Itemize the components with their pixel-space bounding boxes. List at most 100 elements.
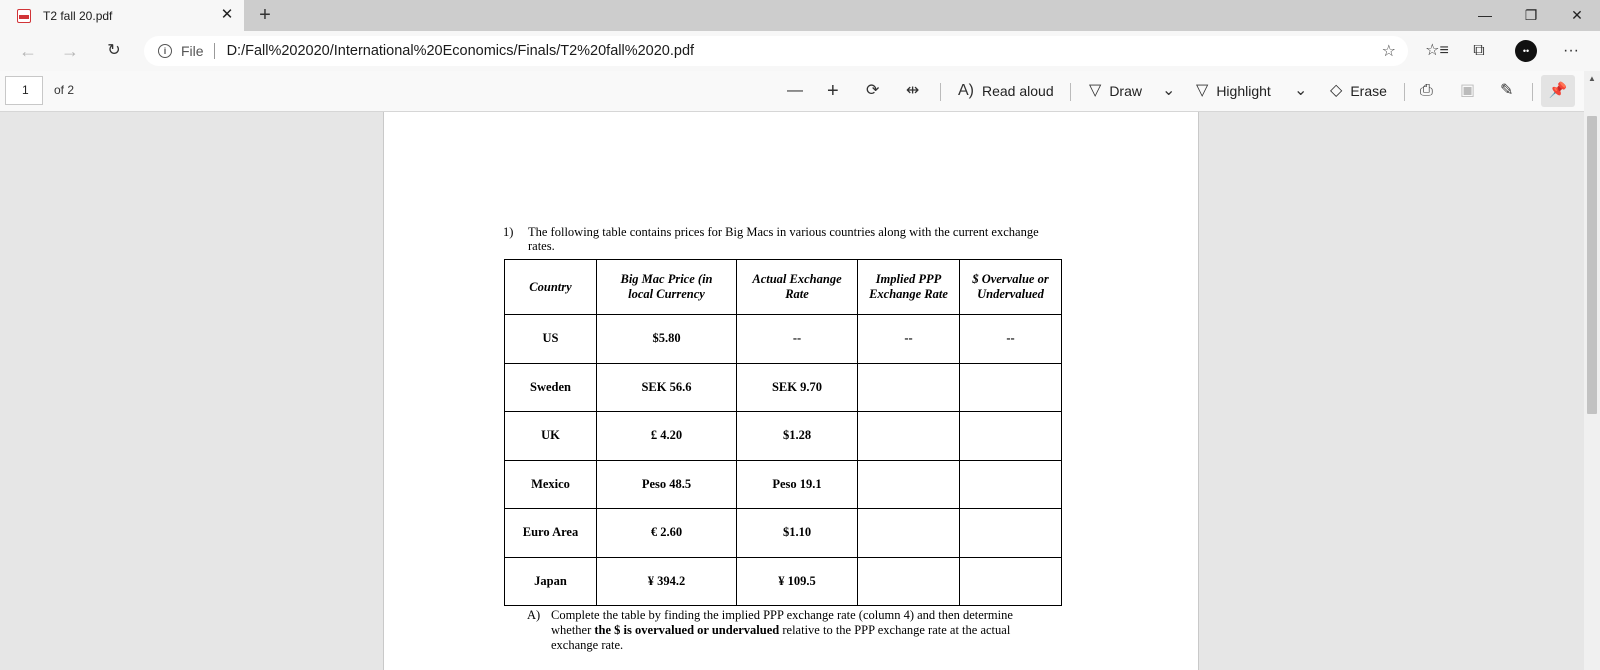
zoom-out-button[interactable]: — <box>787 79 803 103</box>
vertical-scrollbar[interactable]: ▲ <box>1584 71 1600 670</box>
rotate-icon: ⟳ <box>866 82 880 99</box>
cell-over <box>959 362 1062 412</box>
header-over-under: $ Overvalue or Undervalued <box>959 259 1062 315</box>
cell-implied <box>857 362 960 412</box>
cell-price: Peso 48.5 <box>596 459 737 509</box>
part-a-text-bold: the $ is overvalued or undervalued <box>594 623 780 637</box>
favorites-icon[interactable]: ☆≡ <box>1424 39 1450 63</box>
chevron-down-icon: ⌄ <box>1294 82 1308 99</box>
header-price-line2: local Currency <box>628 287 705 301</box>
big-mac-table: Country Big Mac Price (in local Currency … <box>504 259 1062 606</box>
favorite-star-icon[interactable]: ☆ <box>1382 41 1396 61</box>
header-price-line1: Big Mac Price (in <box>620 272 713 286</box>
tab-pdf[interactable]: T2 fall 20.pdf ✕ <box>0 0 244 31</box>
cell-actual: SEK 9.70 <box>736 362 858 412</box>
forward-arrow-icon[interactable]: → <box>56 38 84 64</box>
toolbar-separator <box>1532 83 1533 101</box>
profile-avatar[interactable]: •• <box>1515 40 1537 62</box>
refresh-icon[interactable]: ↻ <box>100 38 128 64</box>
header-actual-line2: Rate <box>785 287 809 301</box>
cell-country: Mexico <box>504 459 597 509</box>
header-actual-rate: Actual Exchange Rate <box>736 259 858 315</box>
tab-close-icon[interactable]: ✕ <box>218 6 236 24</box>
draw-options-dropdown[interactable]: ⌄ <box>1162 79 1175 103</box>
save-button[interactable]: ▣ <box>1460 79 1475 103</box>
table-row: US $5.80 -- -- -- <box>504 314 1062 364</box>
table-row: UK £ 4.20 $1.28 <box>504 411 1062 461</box>
header-price: Big Mac Price (in local Currency <box>596 259 737 315</box>
question-number: 1) <box>503 225 514 239</box>
chevron-down-icon: ⌄ <box>1162 82 1176 99</box>
cell-over <box>959 556 1062 606</box>
file-label: File <box>181 43 204 59</box>
read-aloud-label: Read aloud <box>982 83 1054 99</box>
cell-country: Japan <box>504 556 597 606</box>
rotate-button[interactable]: ⟳ <box>866 79 879 103</box>
eraser-icon: ◇ <box>1330 82 1343 99</box>
url-text[interactable]: D:/Fall%202020/International%20Economics… <box>227 43 695 59</box>
read-aloud-button[interactable]: A) Read aloud <box>958 79 1054 103</box>
collections-icon[interactable]: ⧉ <box>1466 39 1492 63</box>
header-implied-line2: Exchange Rate <box>869 287 948 301</box>
pin-toolbar-button[interactable]: 📌 <box>1541 75 1575 107</box>
scroll-thumb[interactable] <box>1587 116 1597 414</box>
restore-button[interactable]: ❐ <box>1508 0 1554 31</box>
cell-country: US <box>504 314 597 364</box>
table-row: Sweden SEK 56.6 SEK 9.70 <box>504 362 1062 412</box>
cell-price: € 2.60 <box>596 508 737 558</box>
fit-width-icon: ⇹ <box>906 82 920 99</box>
cell-over <box>959 508 1062 558</box>
toolbar-separator <box>1070 83 1071 101</box>
pin-icon: 📌 <box>1548 82 1568 99</box>
header-country: Country <box>504 259 597 315</box>
toolbar-separator <box>1404 83 1405 101</box>
cell-implied: -- <box>857 314 960 364</box>
cell-actual: $1.10 <box>736 508 858 558</box>
pdf-viewer[interactable]: 1) The following table contains prices f… <box>0 112 1584 670</box>
info-icon[interactable]: i <box>158 44 172 58</box>
cell-implied <box>857 411 960 461</box>
fit-to-page-button[interactable]: ⇹ <box>906 79 919 103</box>
highlight-options-dropdown[interactable]: ⌄ <box>1294 79 1307 103</box>
pdf-page: 1) The following table contains prices f… <box>383 112 1199 670</box>
cell-price: £ 4.20 <box>596 411 737 461</box>
new-tab-button[interactable]: + <box>254 4 276 26</box>
part-a-text: Complete the table by finding the implie… <box>551 608 1051 653</box>
cell-country: Sweden <box>504 362 597 412</box>
header-over-line2: Undervalued <box>977 287 1044 301</box>
erase-button[interactable]: ◇ Erase <box>1330 79 1387 103</box>
save-as-button[interactable]: ✎ <box>1500 79 1513 103</box>
printer-icon: ⎙ <box>1420 82 1433 99</box>
minimize-button[interactable]: — <box>1462 0 1508 31</box>
table-row: Japan ¥ 394.2 ¥ 109.5 <box>504 556 1062 606</box>
header-implied-line1: Implied PPP <box>875 272 942 286</box>
draw-pen-icon: ▽ <box>1089 82 1102 99</box>
read-aloud-icon: A) <box>958 82 974 99</box>
cell-actual: Peso 19.1 <box>736 459 858 509</box>
part-a-letter: A) <box>527 608 541 622</box>
highlight-button[interactable]: ▽ Highlight <box>1196 79 1271 103</box>
print-button[interactable]: ⎙ <box>1420 79 1433 103</box>
save-disk-icon: ▣ <box>1460 82 1476 99</box>
scroll-up-arrow-icon[interactable]: ▲ <box>1584 71 1600 87</box>
toolbar-separator <box>940 83 941 101</box>
pdf-file-icon <box>17 8 31 23</box>
page-number-input[interactable]: 1 <box>5 76 43 105</box>
cell-price: $5.80 <box>596 314 737 364</box>
zoom-in-button[interactable]: + <box>827 79 839 103</box>
cell-implied <box>857 459 960 509</box>
cell-implied <box>857 556 960 606</box>
minus-icon: — <box>787 82 803 99</box>
draw-button[interactable]: ▽ Draw <box>1089 79 1142 103</box>
header-actual-line1: Actual Exchange <box>752 272 842 286</box>
back-arrow-icon[interactable]: ← <box>14 38 42 64</box>
close-window-button[interactable]: ✕ <box>1554 0 1600 31</box>
more-menu-icon[interactable]: ··· <box>1558 39 1584 63</box>
address-separator <box>213 43 215 59</box>
address-bar[interactable]: i File D:/Fall%202020/International%20Ec… <box>144 36 1408 66</box>
address-bar-row: ← → ↻ i File D:/Fall%202020/Internationa… <box>0 31 1600 71</box>
cell-over <box>959 459 1062 509</box>
highlight-label: Highlight <box>1216 83 1271 99</box>
header-implied-ppp: Implied PPP Exchange Rate <box>857 259 960 315</box>
erase-label: Erase <box>1350 83 1387 99</box>
